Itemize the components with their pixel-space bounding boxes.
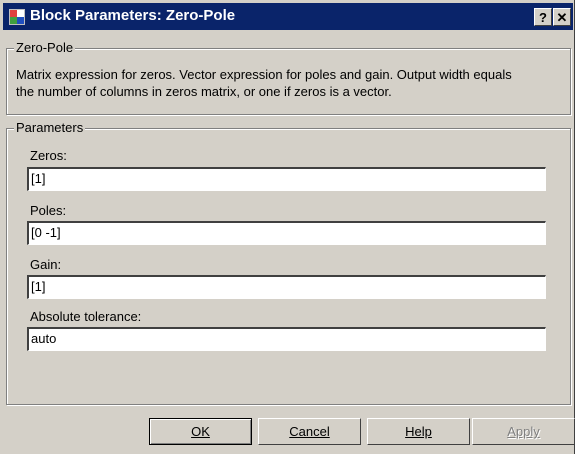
block-description: Matrix expression for zeros. Vector expr… [16, 66, 568, 100]
block-description-line1: Matrix expression for zeros. Vector expr… [16, 67, 512, 82]
zeros-label: Zeros: [30, 148, 67, 163]
ok-button[interactable]: OK [149, 418, 252, 445]
absolute-tolerance-field[interactable]: auto [27, 327, 546, 351]
close-button[interactable]: ✕ [553, 8, 571, 26]
block-description-group: Zero-Pole Matrix expression for zeros. V… [6, 40, 571, 115]
gain-label: Gain: [30, 257, 62, 272]
help-button[interactable]: Help [367, 418, 470, 445]
parameters-group: Parameters Zeros: [1] Poles: [0 -1] Gain… [6, 120, 571, 405]
context-help-button[interactable]: ? [534, 8, 552, 26]
parameters-group-label: Parameters [14, 120, 86, 135]
help-button-label: Help [405, 424, 432, 439]
gain-field[interactable]: [1] [27, 275, 546, 299]
dialog-window: Block Parameters: Zero-Pole ? ✕ Zero-Pol… [0, 0, 575, 454]
title-bar[interactable]: Block Parameters: Zero-Pole ? ✕ [3, 3, 573, 30]
ok-button-label: OK [191, 424, 210, 439]
cancel-button-label: Cancel [289, 424, 330, 439]
cancel-button[interactable]: Cancel [258, 418, 361, 445]
apply-button[interactable]: Apply [472, 418, 575, 445]
zeros-field[interactable]: [1] [27, 167, 546, 191]
window-title: Block Parameters: Zero-Pole [30, 7, 236, 24]
poles-field[interactable]: [0 -1] [27, 221, 546, 245]
block-description-line2: the number of columns in zeros matrix, o… [16, 84, 392, 99]
simulink-block-icon [9, 9, 25, 25]
absolute-tolerance-label: Absolute tolerance: [30, 309, 142, 324]
block-description-group-label: Zero-Pole [14, 40, 76, 55]
apply-button-label: Apply [507, 424, 540, 439]
poles-label: Poles: [30, 203, 67, 218]
